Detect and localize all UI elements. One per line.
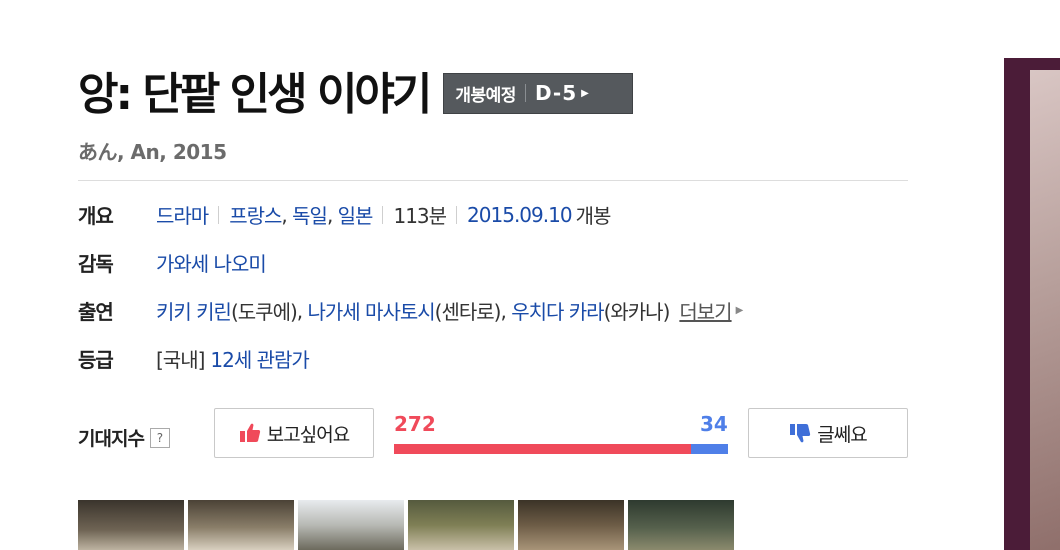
release-date-link[interactable]: 2015.09.10 — [467, 203, 573, 227]
still-thumbnail[interactable] — [188, 500, 294, 550]
expectation-bar — [394, 444, 728, 454]
overview-label: 개요 — [78, 204, 114, 228]
expectation-index: 기대지수 ? — [78, 424, 170, 451]
cast-link-3[interactable]: 우치다 카라 — [511, 296, 604, 325]
dislike-label: 글쎄요 — [817, 423, 867, 446]
separator — [218, 205, 220, 224]
country-link-france[interactable]: 프랑스 — [229, 200, 282, 229]
still-thumbnails — [78, 500, 734, 550]
still-thumbnail[interactable] — [518, 500, 624, 550]
release-dday: D-5 — [534, 81, 578, 105]
cast-role-1: (도쿠에) — [230, 300, 298, 324]
like-label: 보고싶어요 — [266, 423, 350, 446]
rating-link[interactable]: 12세 관람가 — [210, 344, 309, 373]
country-link-germany[interactable]: 독일 — [292, 200, 328, 229]
original-title: あん, An, 2015 — [78, 140, 227, 164]
cast-role-2: (센타로) — [434, 300, 502, 324]
title-row: 앙: 단팥 인생 이야기 개봉예정 D-5 ▶ — [78, 50, 634, 130]
country-link-japan[interactable]: 일본 — [338, 200, 374, 229]
dislike-count: 34 — [700, 412, 728, 436]
rating-row: 등급 [국내] 12세 관람가 — [78, 344, 310, 373]
badge-divider — [524, 84, 526, 102]
cast-row: 출연 키키 키린 (도쿠에), 나가세 마사토시 (센타로), 우치다 카라 (… — [78, 296, 744, 325]
dislike-bar-fill — [690, 444, 728, 454]
release-suffix: 개봉 — [575, 204, 612, 228]
movie-poster[interactable] — [1004, 58, 1060, 550]
director-row: 감독 가와세 나오미 — [78, 248, 267, 277]
dislike-button[interactable]: 글쎄요 — [748, 408, 908, 458]
like-button[interactable]: 보고싶어요 — [214, 408, 374, 458]
triangle-right-icon: ▶ — [735, 305, 744, 316]
still-thumbnail[interactable] — [298, 500, 404, 550]
rating-label: 등급 — [78, 348, 114, 372]
like-bar-fill — [394, 444, 691, 454]
overview-row: 개요 드라마 프랑스, 독일, 일본 113분 2015.09.10 개봉 — [78, 200, 612, 229]
separator — [382, 205, 384, 224]
poster-image — [1030, 70, 1060, 550]
help-icon[interactable]: ? — [149, 427, 170, 448]
like-count: 272 — [394, 412, 436, 436]
still-thumbnail[interactable] — [408, 500, 514, 550]
rating-region: [국내] — [156, 348, 205, 372]
expectation-label: 기대지수 — [78, 428, 145, 450]
movie-title: 앙: 단팥 인생 이야기 — [78, 69, 432, 120]
thumbs-up-icon — [239, 423, 261, 443]
cast-link-1[interactable]: 키키 키린 — [156, 296, 232, 325]
director-link[interactable]: 가와세 나오미 — [156, 248, 267, 277]
cast-more-link[interactable]: 더보기 — [679, 296, 732, 325]
still-thumbnail[interactable] — [628, 500, 734, 550]
separator — [456, 205, 458, 224]
cast-label: 출연 — [78, 300, 114, 324]
thumbs-down-icon — [789, 423, 811, 443]
runtime: 113분 — [393, 204, 447, 228]
cast-role-3: (와카나) — [603, 300, 671, 324]
genre-link[interactable]: 드라마 — [156, 200, 209, 229]
still-thumbnail[interactable] — [78, 500, 184, 550]
release-status-label: 개봉예정 — [455, 85, 516, 106]
director-label: 감독 — [78, 252, 114, 276]
cast-link-2[interactable]: 나가세 마사토시 — [308, 296, 436, 325]
release-status-badge[interactable]: 개봉예정 D-5 ▶ — [443, 72, 634, 114]
triangle-right-icon: ▶ — [581, 87, 589, 99]
header-divider — [78, 180, 908, 181]
